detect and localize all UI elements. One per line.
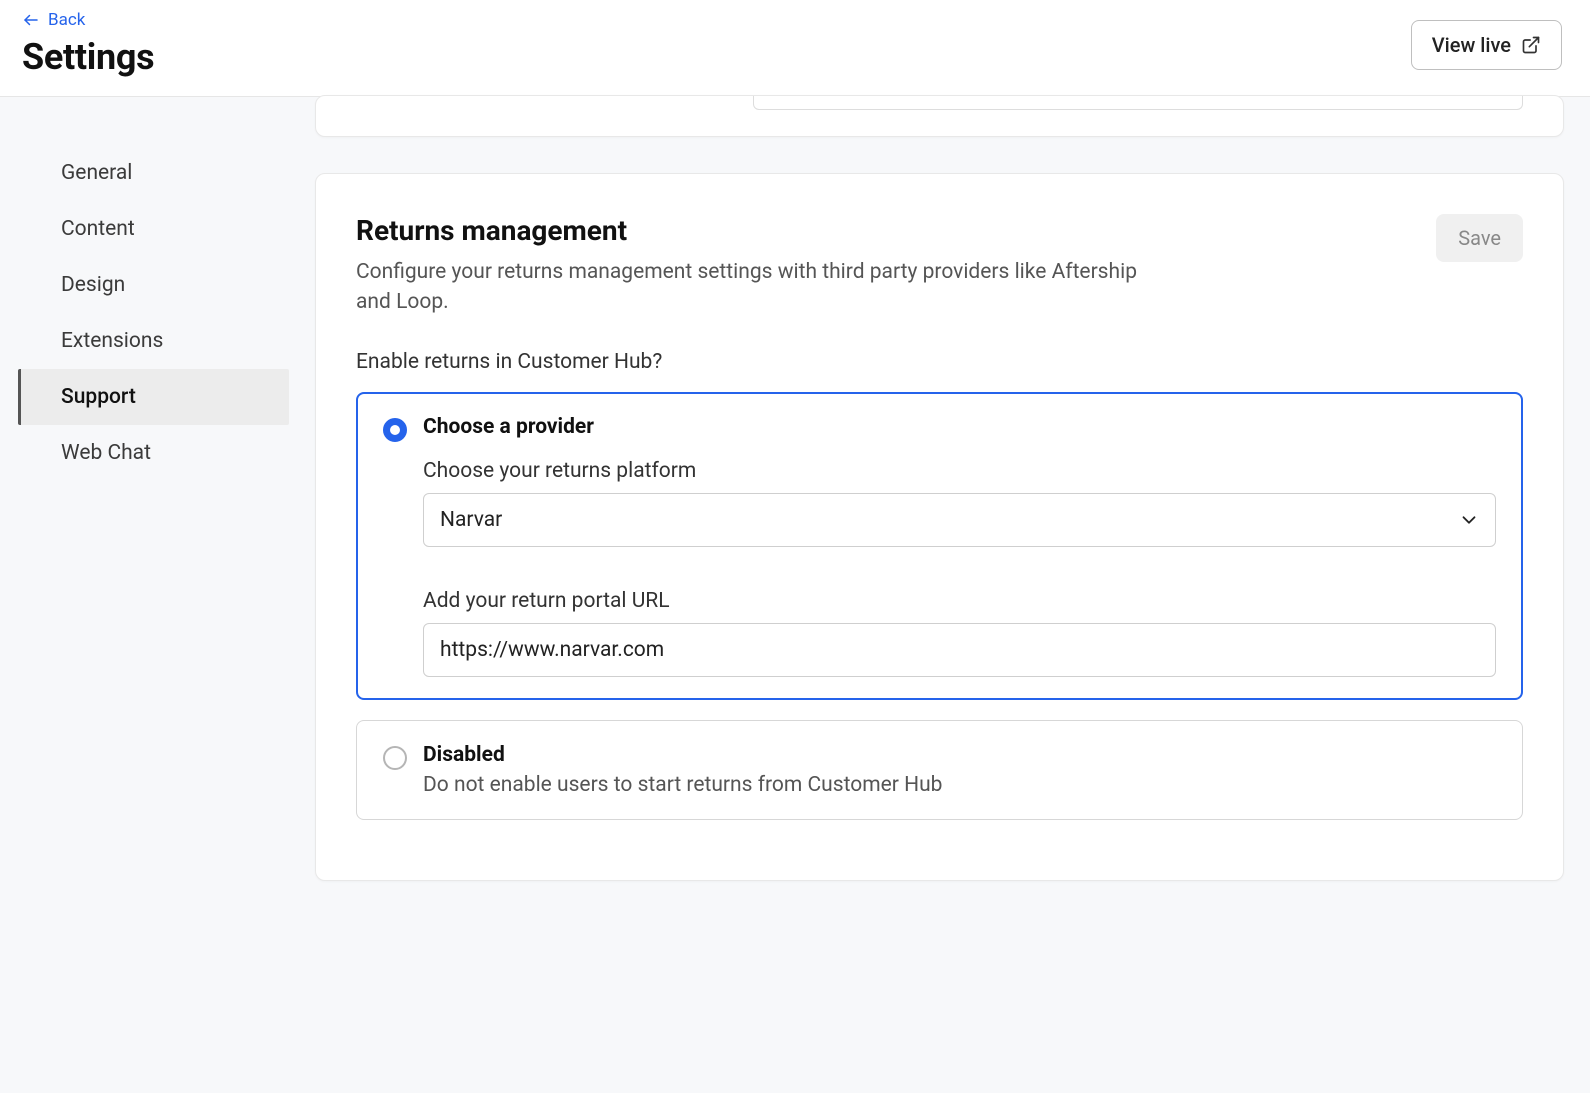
back-link[interactable]: Back (22, 10, 85, 30)
radio-title-disabled: Disabled (423, 743, 1496, 767)
back-label: Back (48, 10, 85, 30)
external-link-icon (1521, 35, 1541, 55)
header-left: Back Settings (22, 10, 154, 78)
radio-option-provider[interactable]: Choose a provider Choose your returns pl… (356, 392, 1523, 700)
sidebar-item-content[interactable]: Content (18, 201, 289, 257)
platform-field: Choose your returns platform Narvar (423, 459, 1496, 547)
page-title: Settings (22, 36, 154, 78)
radio-row-provider: Choose a provider Choose your returns pl… (383, 415, 1496, 677)
sidebar-item-general[interactable]: General (18, 145, 289, 201)
returns-management-card: Returns management Configure your return… (315, 173, 1564, 881)
settings-sidebar: General Content Design Extensions Suppor… (0, 97, 315, 1093)
portal-url-field: Add your return portal URL (423, 589, 1496, 677)
view-live-button[interactable]: View live (1411, 20, 1562, 70)
sidebar-item-support[interactable]: Support (18, 369, 289, 425)
portal-url-label: Add your return portal URL (423, 589, 1496, 613)
view-live-label: View live (1432, 33, 1511, 57)
sidebar-item-design[interactable]: Design (18, 257, 289, 313)
radio-row-disabled: Disabled Do not enable users to start re… (383, 743, 1496, 797)
radio-content-disabled: Disabled Do not enable users to start re… (423, 743, 1496, 797)
portal-url-input[interactable] (423, 623, 1496, 677)
arrow-left-icon (22, 11, 40, 29)
platform-label: Choose your returns platform (423, 459, 1496, 483)
radio-content-provider: Choose a provider Choose your returns pl… (423, 415, 1496, 677)
sidebar-item-extensions[interactable]: Extensions (18, 313, 289, 369)
platform-select[interactable]: Narvar (423, 493, 1496, 547)
radio-icon[interactable] (383, 746, 407, 770)
platform-select-wrap: Narvar (423, 493, 1496, 547)
layout: General Content Design Extensions Suppor… (0, 97, 1590, 1093)
enable-returns-label: Enable returns in Customer Hub? (356, 350, 1523, 374)
previous-card-edge (315, 95, 1564, 137)
main-content: Returns management Configure your return… (315, 97, 1590, 1093)
page-header: Back Settings View live (0, 0, 1590, 97)
previous-card-inner-edge (753, 96, 1523, 110)
card-header: Returns management Configure your return… (356, 214, 1523, 318)
radio-option-disabled[interactable]: Disabled Do not enable users to start re… (356, 720, 1523, 820)
card-title: Returns management (356, 214, 1176, 247)
sidebar-item-web-chat[interactable]: Web Chat (18, 425, 289, 481)
card-heading-block: Returns management Configure your return… (356, 214, 1176, 318)
save-button[interactable]: Save (1436, 214, 1523, 262)
radio-title-provider: Choose a provider (423, 415, 1496, 439)
card-description: Configure your returns management settin… (356, 257, 1176, 318)
radio-icon[interactable] (383, 418, 407, 442)
radio-sub-disabled: Do not enable users to start returns fro… (423, 773, 1496, 797)
